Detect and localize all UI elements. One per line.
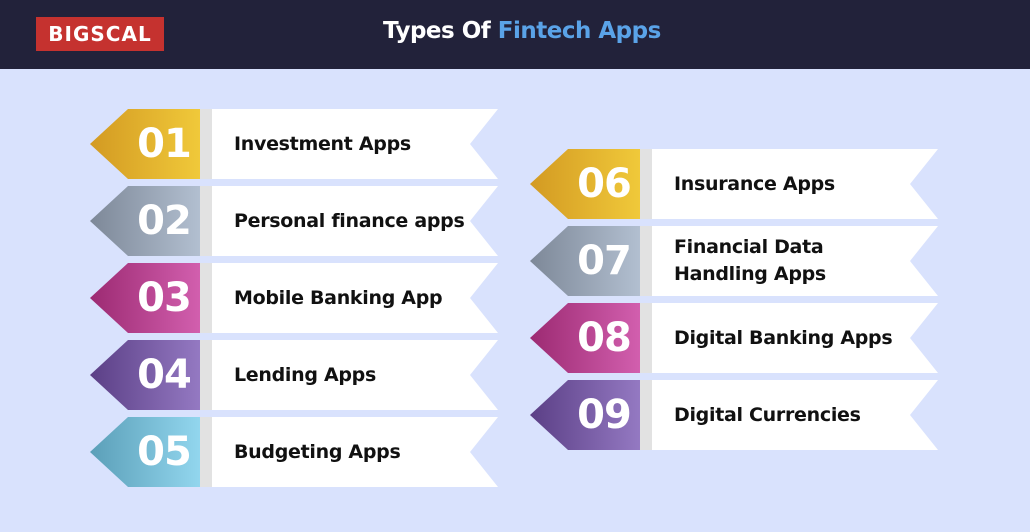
tag-divider [640,380,652,450]
item-number: 02 [137,198,192,244]
page-title: Types Of Fintech Apps [383,18,661,44]
tag-divider [200,340,212,410]
list-item: 07 Financial Data Handling Apps [530,226,940,296]
item-number: 01 [137,121,192,167]
item-label: Personal finance apps [234,209,465,232]
item-number: 09 [577,392,632,438]
header-bar: BIGSCAL Types Of Fintech Apps [0,0,1030,69]
item-number: 04 [137,352,192,398]
tag-divider [200,186,212,256]
list-item: 05 Budgeting Apps [90,417,500,487]
tag-divider [200,263,212,333]
tag-divider [640,226,652,296]
bigscal-logo: BIGSCAL [36,17,164,51]
list-item: 06 Insurance Apps [530,149,940,219]
item-label: Lending Apps [234,363,376,386]
list-item: 03 Mobile Banking App [90,263,500,333]
tag-divider [200,109,212,179]
item-number: 08 [577,315,632,361]
tag-divider [640,149,652,219]
list-item: 04 Lending Apps [90,340,500,410]
item-label: Investment Apps [234,132,411,155]
item-number: 03 [137,275,192,321]
list-item: 09 Digital Currencies [530,380,940,450]
item-label: Digital Banking Apps [674,326,893,349]
title-accent: Fintech Apps [497,18,662,44]
item-label: Insurance Apps [674,172,835,195]
item-label: Mobile Banking App [234,286,443,309]
item-label: Digital Currencies [674,403,861,426]
tag-divider [640,303,652,373]
title-prefix: Types Of [383,18,498,44]
list-item: 08 Digital Banking Apps [530,303,940,373]
tag-divider [200,417,212,487]
item-number: 06 [577,161,632,207]
item-number: 07 [577,238,632,284]
item-label: Budgeting Apps [234,440,401,463]
item-number: 05 [137,429,192,475]
list-item: 02 Personal finance apps [90,186,500,256]
list-item: 01 Investment Apps [90,109,500,179]
item-label: Financial Data Handling Apps [674,236,826,285]
